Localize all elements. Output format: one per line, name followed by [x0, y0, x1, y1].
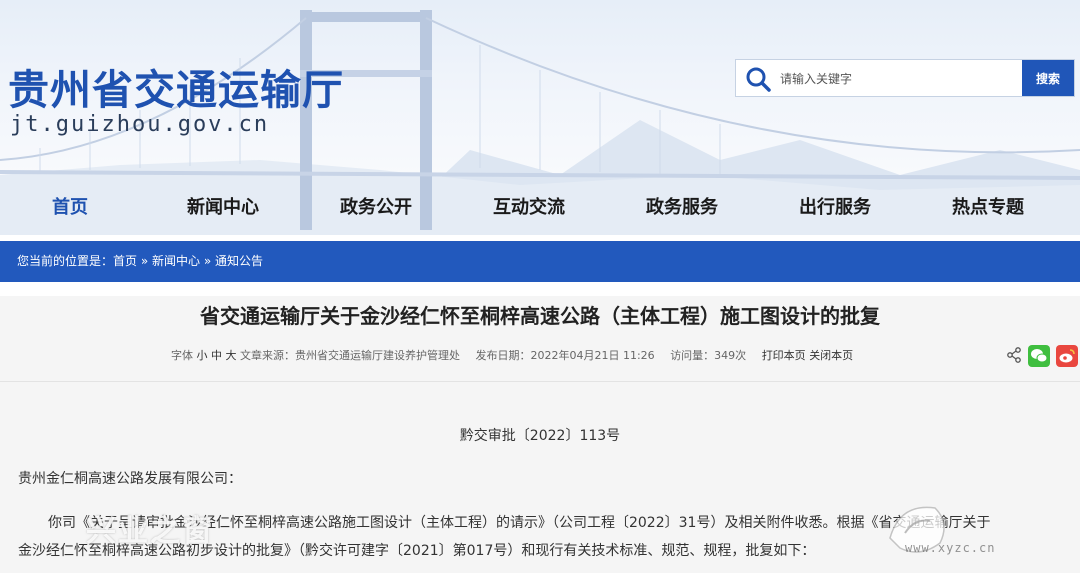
search-icon [746, 67, 771, 92]
search-button[interactable]: 搜索 [1022, 60, 1074, 96]
nav-item-interaction[interactable]: 互动交流 [493, 188, 565, 228]
breadcrumb-item-news[interactable]: 新闻中心 [152, 254, 200, 268]
divider [0, 381, 1080, 382]
breadcrumb: 您当前的位置是：首页 » 新闻中心 » 通知公告 [17, 241, 263, 282]
print-button[interactable]: 打印本页 [762, 349, 806, 362]
site-domain: jt.guizhou.gov.cn [10, 112, 270, 137]
close-page-button[interactable]: 关闭本页 [809, 349, 853, 362]
site-title[interactable]: 贵州省交通运输厅 [8, 56, 344, 116]
document-number: 黔交审批〔2022〕113号 [459, 428, 621, 444]
nav-item-news[interactable]: 新闻中心 [187, 188, 259, 228]
breadcrumb-separator: » [200, 254, 216, 268]
weibo-share-icon[interactable] [1056, 345, 1078, 367]
watermark-text: 兴业之窗 [86, 514, 214, 549]
nav-item-topics[interactable]: 热点专题 [952, 188, 1024, 228]
article-meta: 字体 小 中 大 文章来源：贵州省交通运输厅建设养护管理处 发布日期：2022年… [171, 347, 853, 363]
main-nav: 首页 新闻中心 政务公开 互动交流 政务服务 出行服务 热点专题 [0, 188, 1080, 228]
font-size-large[interactable]: 大 [226, 349, 237, 362]
nav-item-gov-affairs[interactable]: 政务公开 [340, 188, 412, 228]
font-size-label: 字体 [171, 349, 193, 362]
article-title: 省交通运输厅关于金沙经仁怀至桐梓高速公路（主体工程）施工图设计的批复 [200, 304, 880, 328]
nav-item-services[interactable]: 政务服务 [646, 188, 718, 228]
share-icon[interactable] [1006, 347, 1022, 363]
publish-date: 发布日期：2022年04月21日 11:26 [475, 349, 655, 362]
breadcrumb-bar: 您当前的位置是：首页 » 新闻中心 » 通知公告 [0, 241, 1080, 282]
breadcrumb-separator: » [137, 254, 153, 268]
recipient-line: 贵州金仁桐高速公路发展有限公司： [18, 471, 242, 487]
search-box: 搜索 [735, 59, 1075, 97]
breadcrumb-item-home[interactable]: 首页 [113, 254, 137, 268]
nav-item-travel[interactable]: 出行服务 [799, 188, 871, 228]
site-header: 贵州省交通运输厅 jt.guizhou.gov.cn 搜索 首页 新闻中心 政务… [0, 0, 1080, 235]
watermark-url: www.xyzc.cn [905, 541, 996, 555]
breadcrumb-prefix: 您当前的位置是： [17, 254, 114, 268]
search-input[interactable] [778, 64, 1012, 94]
wechat-share-icon[interactable] [1028, 345, 1050, 367]
article-source: 文章来源：贵州省交通运输厅建设养护管理处 [240, 349, 460, 362]
view-count: 访问量：349次 [670, 349, 747, 362]
font-size-small[interactable]: 小 [197, 349, 208, 362]
nav-item-home[interactable]: 首页 [52, 188, 88, 228]
font-size-medium[interactable]: 中 [211, 349, 222, 362]
breadcrumb-item-notices[interactable]: 通知公告 [215, 254, 263, 268]
